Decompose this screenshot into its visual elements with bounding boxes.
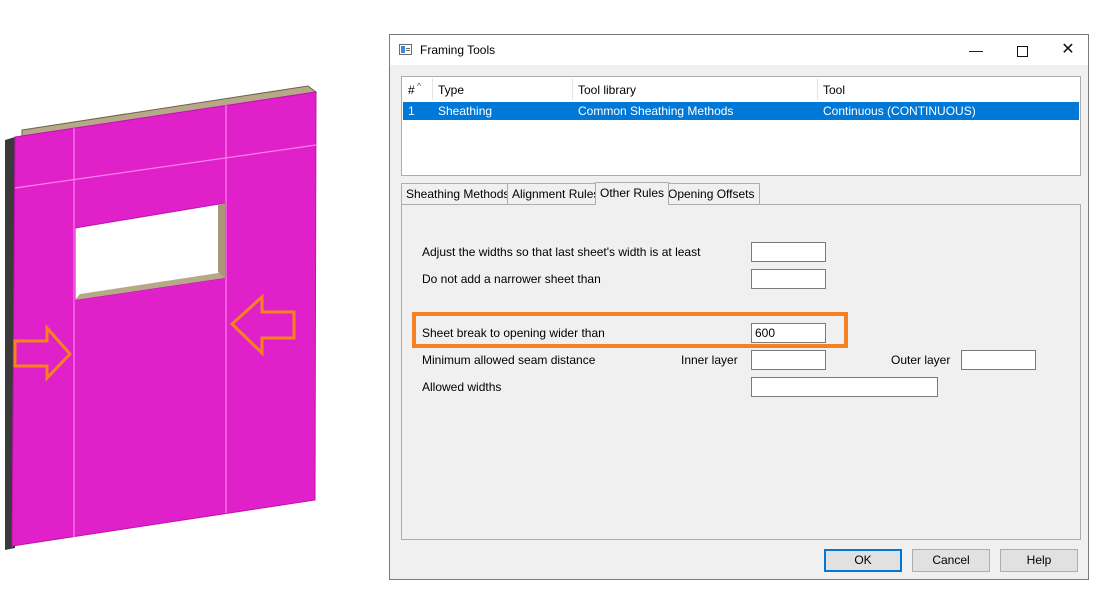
maximize-button[interactable] <box>999 35 1045 65</box>
last-sheet-width-label: Adjust the widths so that last sheet's w… <box>422 245 701 259</box>
table-row[interactable]: 1 Sheathing Common Sheathing Methods Con… <box>403 102 1079 120</box>
sheet-break-label: Sheet break to opening wider than <box>422 326 605 340</box>
allowed-widths-label: Allowed widths <box>422 380 502 394</box>
tab-other-rules[interactable]: Other Rules <box>595 182 670 205</box>
narrower-sheet-input[interactable] <box>751 269 826 289</box>
tools-list[interactable]: ^ # Type Tool library Tool 1 Sheathing C… <box>401 76 1081 176</box>
allowed-widths-input[interactable] <box>751 377 938 397</box>
tab-sheathing-methods[interactable]: Sheathing Methods <box>401 183 515 204</box>
narrower-sheet-label: Do not add a narrower sheet than <box>422 272 601 286</box>
app-icon <box>399 44 412 55</box>
row-number: 1 <box>408 104 415 118</box>
other-rules-panel: Adjust the widths so that last sheet's w… <box>401 204 1081 540</box>
minimize-button[interactable]: — <box>953 35 999 65</box>
column-tool[interactable]: Tool <box>818 78 1080 100</box>
tab-opening-offsets[interactable]: Opening Offsets <box>663 183 760 204</box>
sort-indicator-icon: ^ <box>417 81 422 91</box>
help-button[interactable]: Help <box>1000 549 1078 572</box>
outer-layer-label: Outer layer <box>891 353 951 367</box>
window-title: Framing Tools <box>420 43 496 57</box>
row-tool-library: Common Sheathing Methods <box>578 104 734 118</box>
last-sheet-width-input[interactable] <box>751 242 826 262</box>
column-type[interactable]: Type <box>433 78 573 100</box>
framing-tools-dialog: Framing Tools — ✕ ^ # Type Tool library … <box>389 34 1089 580</box>
maximize-icon <box>1016 45 1028 57</box>
row-type: Sheathing <box>438 104 493 118</box>
column-number[interactable]: ^ # <box>403 78 433 100</box>
seam-distance-label: Minimum allowed seam distance <box>422 353 596 367</box>
list-header: ^ # Type Tool library Tool <box>403 78 1079 100</box>
outer-layer-input[interactable] <box>961 350 1036 370</box>
sheathing-panel <box>11 91 317 547</box>
title-bar: Framing Tools — ✕ <box>390 35 1088 65</box>
column-tool-library[interactable]: Tool library <box>573 78 818 100</box>
inner-layer-input[interactable] <box>751 350 826 370</box>
ok-button[interactable]: OK <box>824 549 902 572</box>
close-button[interactable]: ✕ <box>1045 35 1091 65</box>
tab-alignment-rules[interactable]: Alignment Rules <box>507 183 605 204</box>
row-tool: Continuous (CONTINUOUS) <box>823 104 976 118</box>
window-reveal-side <box>218 203 225 278</box>
cancel-button[interactable]: Cancel <box>912 549 990 572</box>
wall-illustration <box>5 85 318 550</box>
column-number-label: # <box>408 83 415 97</box>
inner-layer-label: Inner layer <box>681 353 738 367</box>
sheet-break-input[interactable] <box>751 323 826 343</box>
